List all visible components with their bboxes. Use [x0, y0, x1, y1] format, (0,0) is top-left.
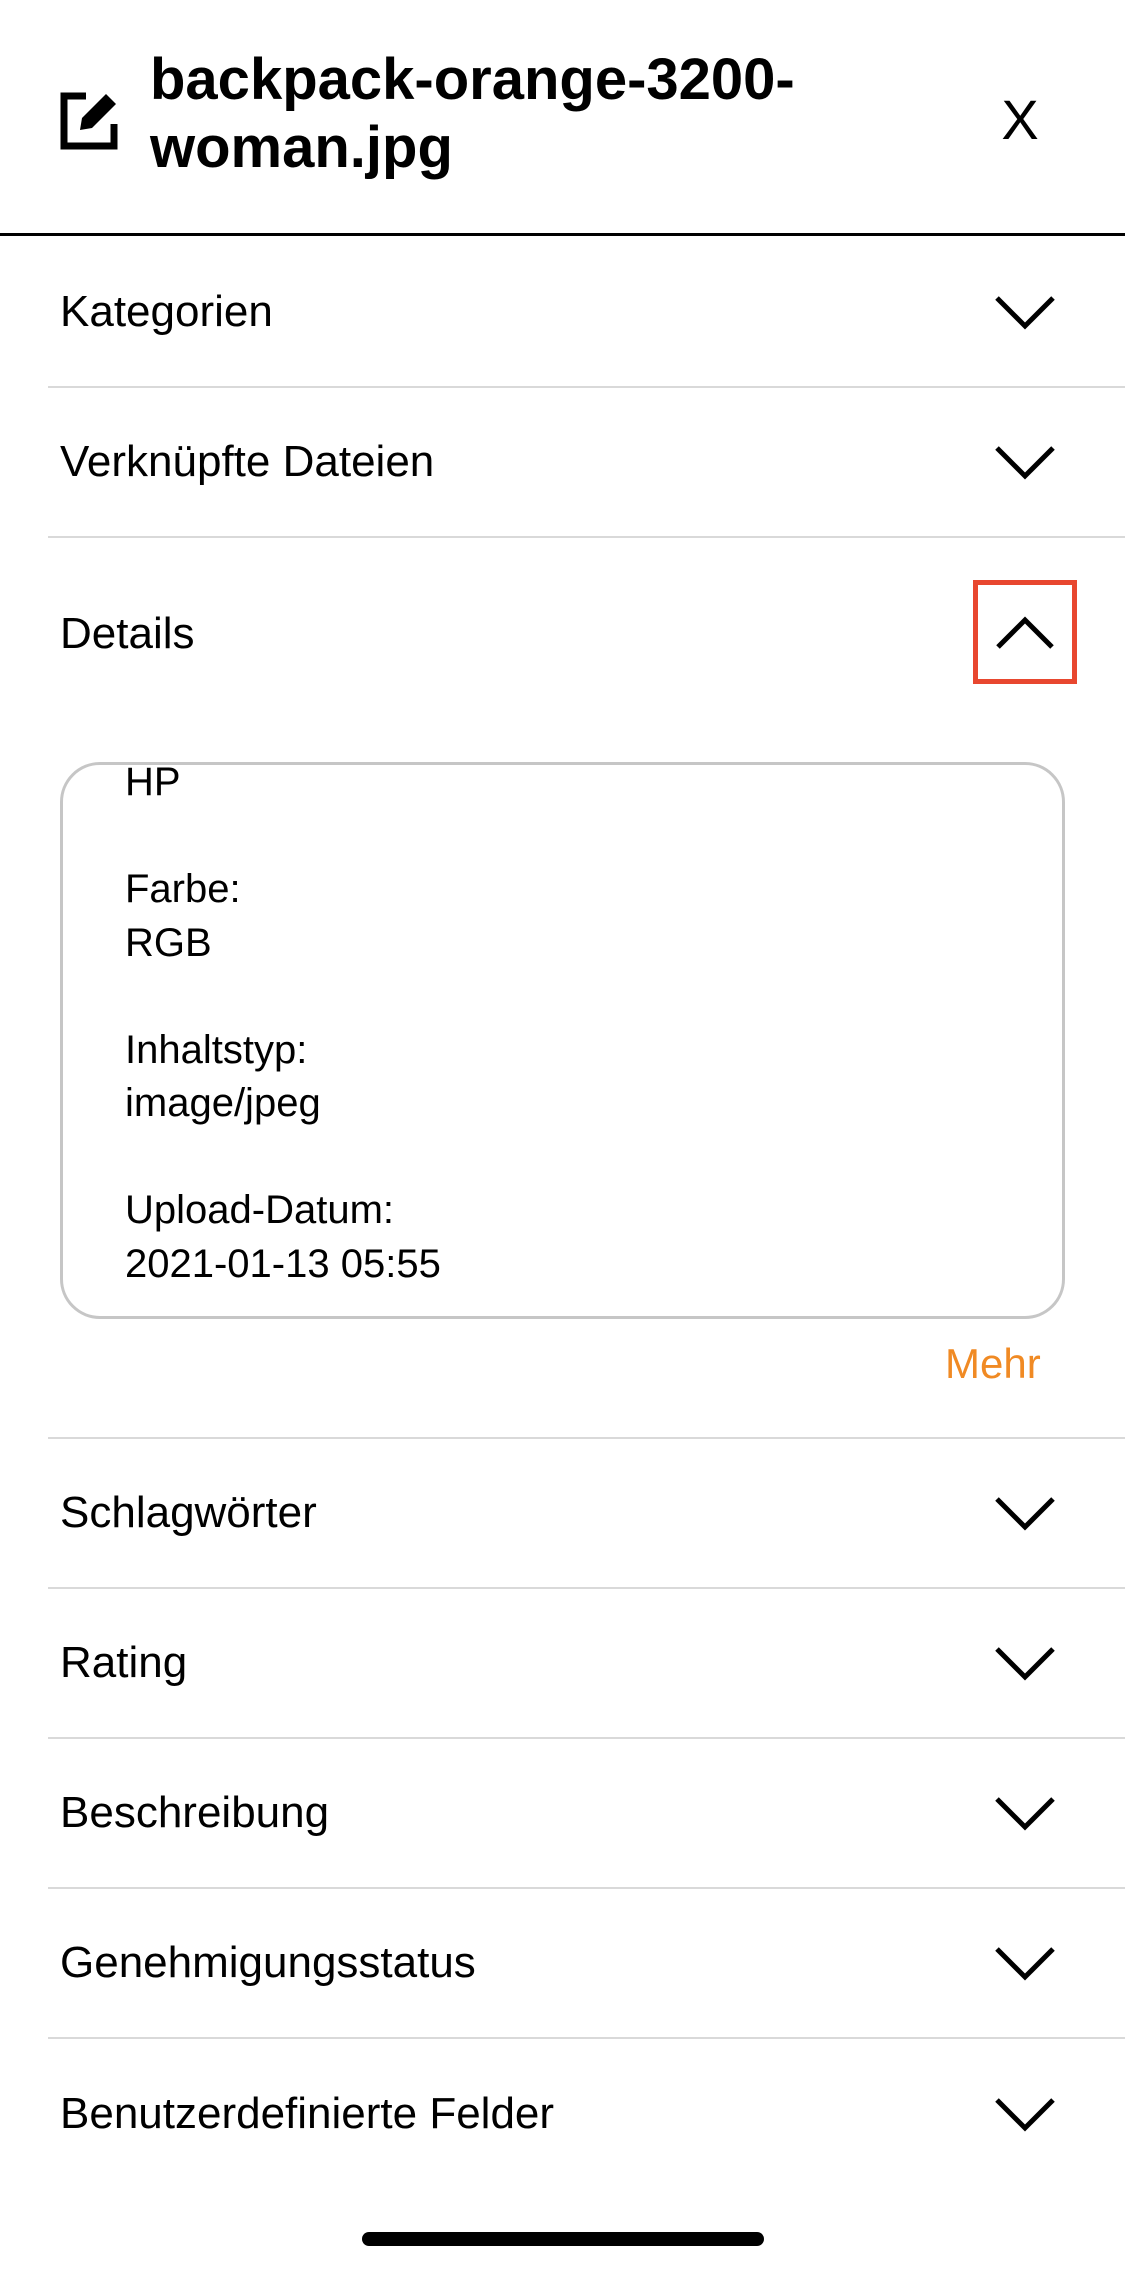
chevron-down-icon[interactable] [993, 292, 1057, 332]
more-link[interactable]: Mehr [945, 1338, 1041, 1390]
section-label: Rating [60, 1638, 188, 1687]
home-indicator[interactable] [362, 2232, 764, 2246]
section-rating[interactable]: Rating [48, 1589, 1125, 1739]
chevron-down-icon[interactable] [993, 2094, 1057, 2134]
section-label: Beschreibung [60, 1788, 330, 1837]
chevron-up-icon [996, 616, 1054, 649]
section-label: Benutzerdefinierte Felder [60, 2089, 555, 2138]
chevron-down-icon[interactable] [993, 1943, 1057, 1983]
chevron-down-icon[interactable] [993, 1793, 1057, 1833]
section-schlagwoerter[interactable]: Schlagwörter [48, 1439, 1125, 1589]
details-text: HP Farbe: RGB Inhaltstyp: image/jpeg Upl… [125, 762, 441, 1286]
section-label: Verknüpfte Dateien [60, 437, 435, 486]
section-beschreibung[interactable]: Beschreibung [48, 1739, 1125, 1889]
details-content-box[interactable]: HP Farbe: RGB Inhaltstyp: image/jpeg Upl… [60, 762, 1065, 1319]
section-label: Genehmigungsstatus [60, 1938, 476, 1987]
chevron-down-icon[interactable] [993, 442, 1057, 482]
section-benutzerdefinierte-felder[interactable]: Benutzerdefinierte Felder [48, 2039, 1125, 2189]
section-details[interactable]: Details [48, 540, 1125, 730]
section-kategorien[interactable]: Kategorien [48, 238, 1125, 388]
section-label: Kategorien [60, 287, 273, 336]
chevron-down-icon[interactable] [993, 1493, 1057, 1533]
close-button[interactable]: X [985, 80, 1055, 160]
section-verknuepfte-dateien[interactable]: Verknüpfte Dateien [48, 388, 1125, 538]
file-title: backpack-orange-3200-woman.jpg [150, 47, 795, 180]
header: backpack-orange-3200-woman.jpg X [0, 0, 1125, 236]
section-label: Schlagwörter [60, 1488, 317, 1537]
section-genehmigungsstatus[interactable]: Genehmigungsstatus [48, 1889, 1125, 2039]
chevron-down-icon[interactable] [993, 1643, 1057, 1683]
collapse-details-button[interactable] [973, 580, 1077, 684]
section-label: Details [60, 609, 195, 658]
edit-icon [60, 92, 118, 150]
